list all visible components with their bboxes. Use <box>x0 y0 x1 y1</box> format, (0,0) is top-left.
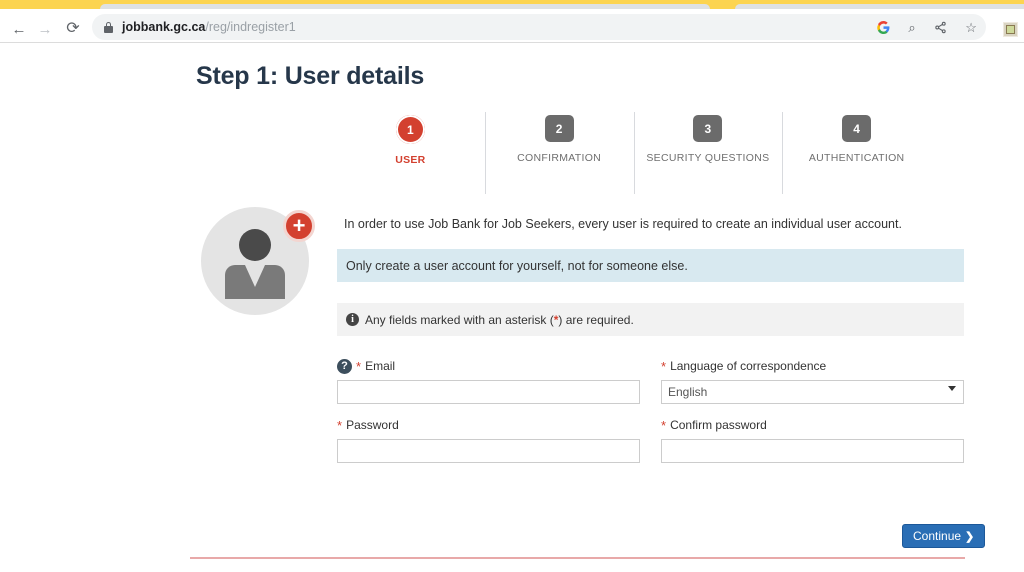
language-select[interactable]: English <box>661 380 964 404</box>
field-password: * Password <box>337 416 640 463</box>
step-item-user[interactable]: 1 USER <box>336 112 485 194</box>
search-icon[interactable]: ⌕ <box>908 21 915 34</box>
browser-toolbar: ← → ⟳ jobbank.gc.ca/reg/indregister1 ⌕ <box>0 9 1024 43</box>
language-select-value: English <box>661 380 964 404</box>
step-badge-4: 4 <box>842 115 871 142</box>
content-column: Step 1: User details 1 USER 2 CONFIRMATI… <box>196 44 964 91</box>
notice-blue-text: Only create a user account for yourself,… <box>346 259 688 273</box>
google-icon[interactable] <box>877 21 890 34</box>
footer-divider <box>190 557 965 559</box>
page-title: Step 1: User details <box>196 62 964 91</box>
help-icon[interactable]: ? <box>337 359 352 374</box>
step-label-3: SECURITY QUESTIONS <box>646 151 769 165</box>
step-label-2: CONFIRMATION <box>517 151 601 165</box>
language-label-row: * Language of correspondence <box>661 357 964 375</box>
step-label-1: USER <box>395 153 425 167</box>
step-badge-1: 1 <box>396 115 425 144</box>
browser-window: ← → ⟳ jobbank.gc.ca/reg/indregister1 ⌕ <box>0 0 1024 572</box>
page-content: Step 1: User details 1 USER 2 CONFIRMATI… <box>0 44 1024 572</box>
registration-form: ? * Email * Language of correspondence E… <box>337 357 964 475</box>
password-label: Password <box>346 418 399 432</box>
info-icon: i <box>346 313 359 326</box>
field-email: ? * Email <box>337 357 640 404</box>
step-label-4: AUTHENTICATION <box>809 151 905 165</box>
language-required-star: * <box>661 360 666 373</box>
reload-icon[interactable]: ⟳ <box>62 18 84 40</box>
chevron-down-icon <box>948 386 956 391</box>
user-add-avatar-icon: + <box>201 207 309 315</box>
lock-icon <box>104 22 113 33</box>
field-confirm-password: * Confirm password <box>661 416 964 463</box>
confirm-password-label: Confirm password <box>670 418 767 432</box>
email-required-star: * <box>356 360 361 373</box>
form-row-2: * Password * Confirm password <box>337 416 964 463</box>
password-input[interactable] <box>337 439 640 463</box>
avatar-head <box>239 229 271 261</box>
plus-badge-icon: + <box>283 210 315 242</box>
address-bar[interactable]: jobbank.gc.ca/reg/indregister1 <box>92 14 892 40</box>
tab-strip <box>0 0 1024 9</box>
back-icon[interactable]: ← <box>8 18 30 40</box>
step-badge-3: 3 <box>693 115 722 142</box>
url-text: jobbank.gc.ca/reg/indregister1 <box>122 20 296 34</box>
step-item-confirmation[interactable]: 2 CONFIRMATION <box>485 112 634 194</box>
chevron-right-icon: ❯ <box>965 530 974 543</box>
share-icon[interactable] <box>934 21 947 34</box>
url-path: /reg/indregister1 <box>205 20 295 34</box>
password-required-star: * <box>337 419 342 432</box>
required-notice-prefix: Any fields marked with an asterisk ( <box>365 313 554 327</box>
bookmark-star-icon[interactable]: ☆ <box>965 21 977 34</box>
required-fields-notice: i Any fields marked with an asterisk (*)… <box>337 303 964 336</box>
avatar-collar <box>245 265 265 287</box>
language-label: Language of correspondence <box>670 359 826 373</box>
omnibox-actions: ⌕ ☆ <box>868 14 986 40</box>
form-row-1: ? * Email * Language of correspondence E… <box>337 357 964 404</box>
url-host: jobbank.gc.ca <box>122 20 205 34</box>
intro-text: In order to use Job Bank for Job Seekers… <box>344 217 964 231</box>
step-item-authentication[interactable]: 4 AUTHENTICATION <box>782 112 931 194</box>
password-label-row: * Password <box>337 416 640 434</box>
confirm-password-required-star: * <box>661 419 666 432</box>
step-indicator: 1 USER 2 CONFIRMATION 3 SECURITY QUESTIO… <box>336 112 931 194</box>
email-input[interactable] <box>337 380 640 404</box>
confirm-password-label-row: * Confirm password <box>661 416 964 434</box>
step-item-security-questions[interactable]: 3 SECURITY QUESTIONS <box>634 112 783 194</box>
forward-icon[interactable]: → <box>34 18 56 40</box>
step-badge-2: 2 <box>545 115 574 142</box>
confirm-password-input[interactable] <box>661 439 964 463</box>
email-label-row: ? * Email <box>337 357 640 375</box>
notice-blue: Only create a user account for yourself,… <box>337 249 964 282</box>
field-language: * Language of correspondence English <box>661 357 964 404</box>
email-label: Email <box>365 359 395 373</box>
extension-icon[interactable] <box>1003 22 1018 37</box>
continue-button[interactable]: Continue ❯ <box>902 524 985 548</box>
continue-label: Continue <box>913 529 961 543</box>
required-notice-suffix: ) are required. <box>558 313 633 327</box>
